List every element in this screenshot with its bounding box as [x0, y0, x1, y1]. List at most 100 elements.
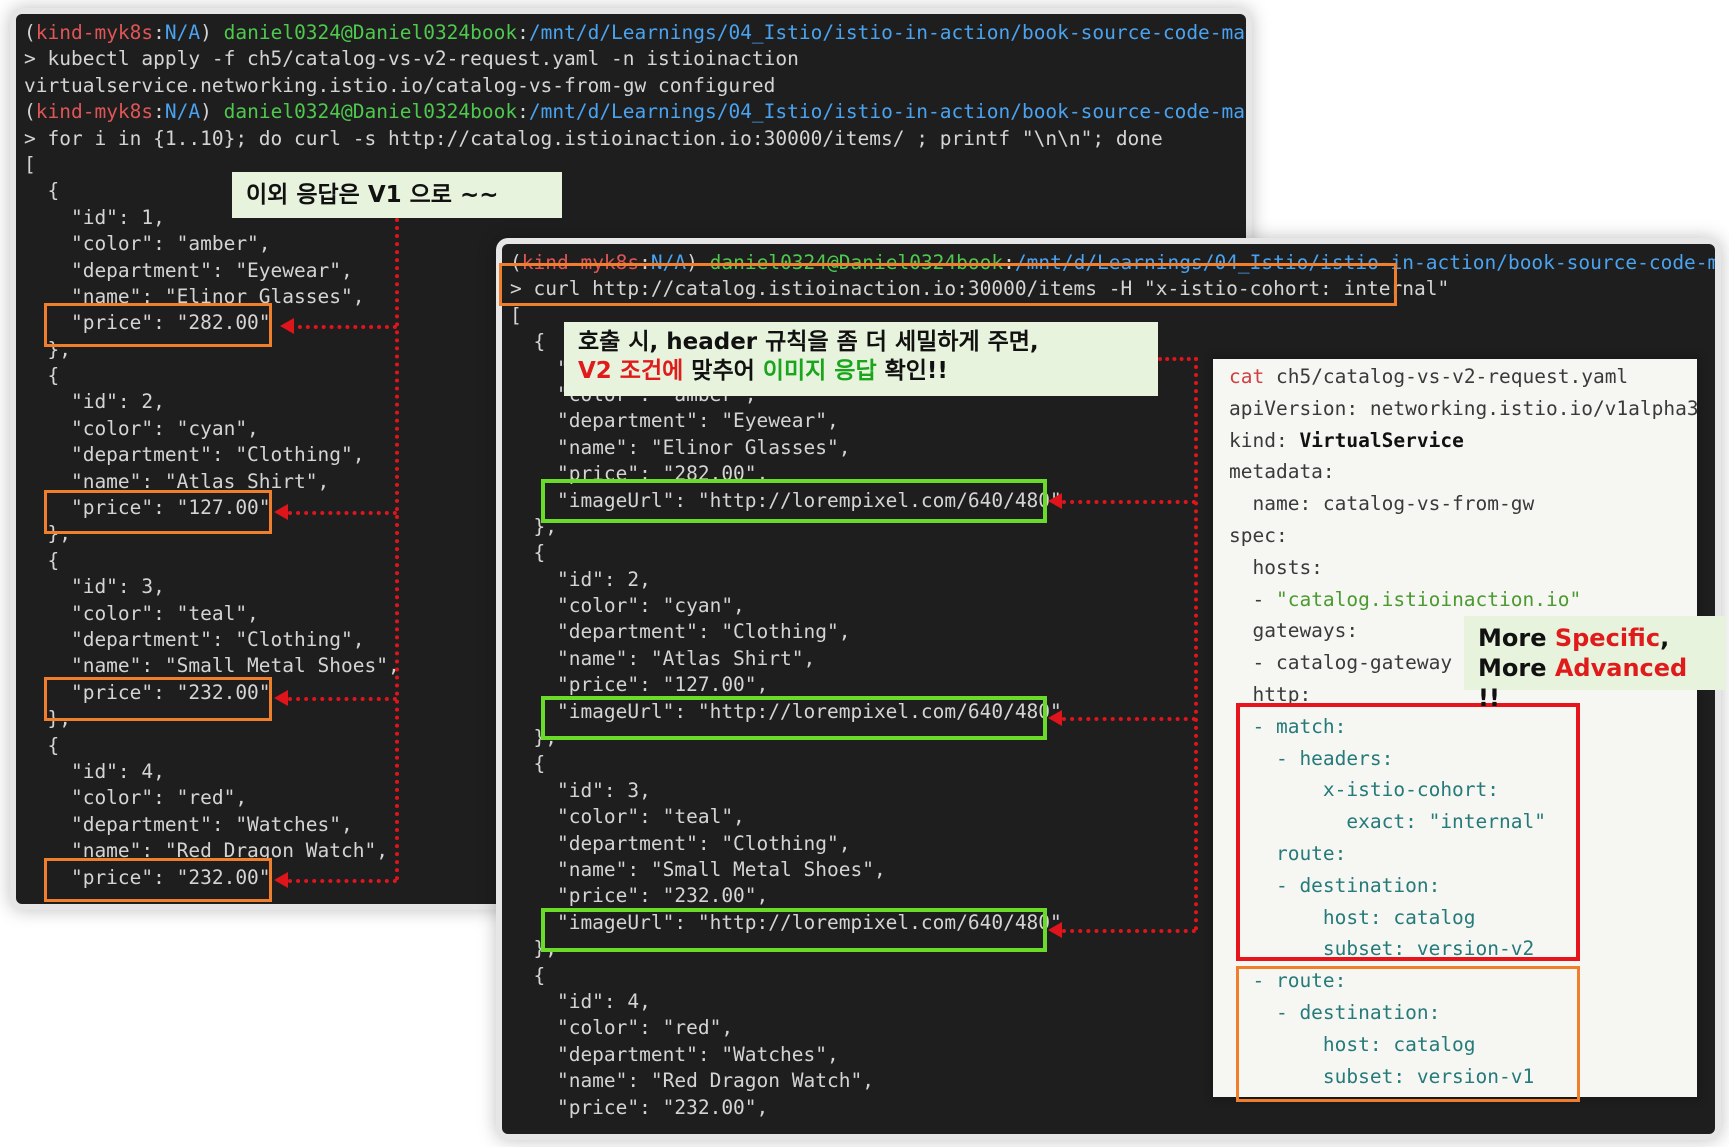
text-segment: N/A — [164, 100, 201, 124]
text-segment: "id": 1, — [24, 205, 165, 229]
text-segment: "color": "amber", — [24, 232, 271, 256]
text-segment: "department": "Clothing", — [24, 627, 365, 651]
annotation-text-line2: V2 조건에 맞추어 이미지 응답 확인!! — [578, 357, 1144, 386]
text-segment: "id": 4, — [510, 989, 651, 1013]
annotation-highlight-green: 이미지 응답 — [762, 358, 877, 384]
text-segment: - — [1229, 587, 1276, 611]
default-route-highlight-box — [1236, 966, 1580, 1102]
annotation-text: 맞추어 — [683, 358, 763, 384]
curl-command-highlight-box — [499, 263, 1397, 306]
text-segment: > kubectl apply -f ch5/catalog-vs-v2-req… — [24, 47, 799, 71]
text-segment: { — [24, 548, 60, 572]
text-line: kind: VirtualService — [1229, 425, 1697, 457]
text-segment: "name": "Red Dragon Watch", — [510, 1069, 874, 1093]
imageurl-highlight-box — [541, 479, 1047, 523]
connector-line — [288, 511, 397, 515]
text-segment: "name": "Small Metal Shoes", — [24, 654, 400, 678]
text-line: spec: — [1229, 520, 1697, 552]
text-line: (kind-myk8s:N/A) daniel0324@Daniel0324bo… — [24, 99, 1246, 125]
text-segment: kind-myk8s — [35, 100, 154, 124]
text-line: virtualservice.networking.istio.io/catal… — [24, 73, 1246, 99]
text-segment: "department": "Watches", — [510, 1042, 839, 1066]
connector-line — [395, 218, 399, 881]
text-line: "id": 1, — [24, 205, 1246, 231]
text-segment: "id": 3, — [510, 778, 651, 802]
text-segment: "department": "Watches", — [24, 812, 353, 836]
annotation-text: 호출 시, header 규칙을 좀 더 세밀하게 주면, — [578, 329, 1039, 355]
text-segment: gateways: — [1229, 619, 1359, 643]
text-segment: "catalog.istioinaction.io" — [1275, 587, 1582, 611]
text-segment: "color": "red", — [510, 1016, 734, 1040]
text-segment: : — [153, 100, 165, 124]
connector-line — [1194, 357, 1198, 931]
text-segment: daniel0324@Daniel0324book — [223, 100, 518, 124]
annotation-text-line1: More Specific, — [1478, 623, 1712, 653]
text-segment: "id": 2, — [24, 390, 165, 414]
connector-line — [288, 879, 397, 883]
text-line: cat ch5/catalog-vs-v2-request.yaml — [1229, 361, 1697, 393]
connector-line — [290, 325, 397, 329]
price-highlight-box — [44, 858, 272, 902]
annotation-highlight-red: Specific — [1554, 624, 1661, 652]
arrow-head — [274, 872, 288, 888]
text-segment: ) — [200, 21, 224, 44]
text-segment: apiVersion: networking.istio.io/v1alpha3 — [1229, 396, 1697, 420]
arrow-head — [274, 504, 288, 520]
annotation-highlight-red: V2 조건에 — [578, 358, 684, 384]
text-segment: metadata: — [1229, 460, 1335, 484]
text-segment: name: catalog-vs-from-gw — [1229, 492, 1535, 516]
text-segment: [ — [510, 303, 522, 327]
text-segment: { — [24, 733, 60, 757]
text-segment: kind-myk8s — [35, 21, 154, 44]
text-segment: { — [24, 179, 60, 203]
text-segment: : — [517, 21, 529, 44]
annotation-text: , — [1660, 624, 1670, 652]
text-segment: "id": 4, — [24, 759, 165, 783]
text-segment: { — [24, 364, 60, 388]
text-segment: "color": "teal", — [510, 805, 745, 829]
text-segment: "id": 2, — [510, 567, 651, 591]
imageurl-highlight-box — [541, 908, 1047, 952]
text-segment: "name": "Elinor Glasses", — [510, 435, 851, 459]
text-segment: spec: — [1229, 523, 1288, 547]
text-segment: "color": "cyan", — [510, 594, 745, 618]
text-segment: "color": "teal", — [24, 601, 259, 625]
text-segment: "department": "Clothing", — [510, 620, 851, 644]
text-segment: VirtualService — [1299, 428, 1464, 452]
annotation-text: More — [1478, 654, 1555, 682]
arrow-head — [274, 690, 288, 706]
text-segment: > for i in {1..10}; do curl -s http://ca… — [24, 126, 1163, 150]
match-rule-highlight-box — [1236, 703, 1580, 961]
text-segment: "name": "Small Metal Shoes", — [510, 857, 886, 881]
annotation-more-specific: More Specific, More Advanced !! — [1464, 616, 1726, 712]
imageurl-highlight-box — [541, 696, 1047, 740]
text-segment: "price": "232.00", — [510, 884, 769, 908]
connector-line — [1158, 357, 1198, 361]
text-segment: kind: — [1229, 428, 1300, 452]
annotation-header-rule: 호출 시, header 규칙을 좀 더 세밀하게 주면, V2 조건에 맞추어… — [564, 322, 1158, 396]
text-segment: { — [510, 330, 546, 354]
price-highlight-box — [44, 303, 272, 347]
connector-line — [1062, 929, 1196, 933]
annotation-text: More — [1478, 624, 1555, 652]
text-line: apiVersion: networking.istio.io/v1alpha3 — [1229, 393, 1697, 425]
text-segment: hosts: — [1229, 555, 1323, 579]
annotation-highlight-red: Advanced — [1554, 654, 1688, 682]
text-line: name: catalog-vs-from-gw — [1229, 488, 1697, 520]
text-line: > kubectl apply -f ch5/catalog-vs-v2-req… — [24, 46, 1246, 72]
text-segment: "price": "127.00", — [510, 673, 769, 697]
text-segment: ) — [200, 100, 224, 124]
text-line: (kind-myk8s:N/A) daniel0324@Daniel0324bo… — [24, 20, 1246, 46]
connector-line — [1062, 500, 1196, 504]
text-segment: - catalog-gateway — [1229, 651, 1453, 675]
connector-line — [1062, 717, 1196, 721]
text-line: > for i in {1..10}; do curl -s http://ca… — [24, 126, 1246, 152]
text-segment: N/A — [164, 21, 201, 44]
text-segment: "color": "cyan", — [24, 416, 259, 440]
annotation-text: 확인!! — [876, 358, 948, 384]
text-segment: [ — [24, 152, 36, 176]
arrow-head — [280, 318, 294, 334]
text-segment: "color": "red", — [24, 786, 248, 810]
text-segment: "department": "Eyewear", — [510, 409, 839, 433]
text-segment: ( — [24, 100, 36, 124]
